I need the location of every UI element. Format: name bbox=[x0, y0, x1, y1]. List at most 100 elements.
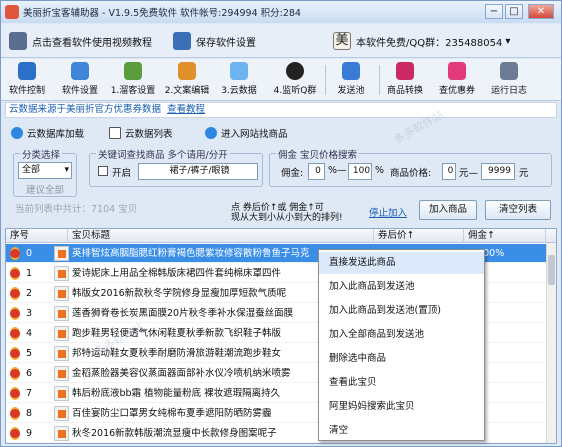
col-header-price[interactable]: 券后价↑ bbox=[374, 229, 464, 243]
product-thumbnail bbox=[54, 246, 69, 261]
menu-item-clear[interactable]: 清空 bbox=[319, 420, 484, 442]
row-no: 5 bbox=[26, 348, 33, 359]
close-button[interactable]: ✕ bbox=[528, 4, 554, 19]
clear-list-button[interactable]: 清空列表 bbox=[485, 200, 551, 220]
category-select[interactable]: 全部 ▾ bbox=[18, 162, 72, 179]
keyword-input[interactable]: 裙子/裤子/眼镜 bbox=[138, 163, 258, 180]
row-no: 2 bbox=[26, 288, 33, 299]
product-thumbnail bbox=[54, 366, 69, 381]
table-header: 序号 宝贝标题 券后价↑ 佣金↑ bbox=[6, 229, 556, 243]
percent-to-label: %— bbox=[328, 165, 347, 176]
product-thumbnail bbox=[54, 326, 69, 341]
toolbar-goods-convert[interactable]: 商品转换 bbox=[381, 62, 429, 100]
sub-tabs: 云数据库加载 云数据列表 进入网站找商品 bbox=[1, 122, 561, 144]
lantern-icon bbox=[10, 287, 20, 300]
percent-label: % bbox=[375, 165, 385, 176]
window-title: 美丽折宝客辅助器 - V1.9.5免费软件 软件帐号:294994 积分:284 bbox=[23, 8, 301, 19]
save-icon bbox=[173, 32, 191, 50]
toolbar-send-pool[interactable]: 发送池 bbox=[327, 62, 375, 100]
video-tutorial-button[interactable]: 点击查看软件使用视频教程 bbox=[9, 29, 152, 53]
row-no: 9 bbox=[26, 428, 33, 439]
row-no: 6 bbox=[26, 368, 33, 379]
save-settings-button[interactable]: 保存软件设置 bbox=[173, 29, 256, 53]
enable-checkbox[interactable] bbox=[98, 166, 108, 176]
row-no: 4 bbox=[26, 328, 33, 339]
chevron-down-icon: ▾ bbox=[64, 165, 69, 175]
tab-cloud-db-load[interactable]: 云数据库加载 bbox=[11, 124, 84, 142]
add-goods-button[interactable]: 加入商品 bbox=[419, 200, 477, 220]
mei-logo-icon: 美 bbox=[333, 32, 351, 50]
enable-label: 开启 bbox=[112, 168, 132, 179]
col-header-commission[interactable]: 佣金↑ bbox=[464, 229, 546, 243]
category-legend: 分类选择 bbox=[20, 147, 63, 161]
menu-item-delete-selected[interactable]: 删除选中商品 bbox=[319, 348, 484, 370]
flow-icon bbox=[124, 62, 142, 80]
yuan-to-label: 元— bbox=[459, 168, 479, 179]
lantern-icon bbox=[10, 247, 20, 260]
build-all-button[interactable]: 建议全部 bbox=[26, 182, 64, 196]
lantern-icon bbox=[10, 427, 20, 440]
convert-icon bbox=[396, 62, 414, 80]
toolbar-divider bbox=[325, 65, 326, 95]
menu-item-add-to-pool-top[interactable]: 加入此商品到发送池(置顶) bbox=[319, 300, 484, 322]
product-thumbnail bbox=[54, 386, 69, 401]
commission-max-input[interactable]: 100 bbox=[348, 163, 372, 180]
lantern-icon bbox=[10, 307, 20, 320]
product-thumbnail bbox=[54, 426, 69, 441]
toolbar-copy-edit[interactable]: 2.文案编辑 bbox=[163, 62, 211, 100]
settings-icon bbox=[71, 62, 89, 80]
toolbar-run-log[interactable]: 运行日志 bbox=[485, 62, 533, 100]
stop-add-link[interactable]: 停止加入 bbox=[369, 205, 407, 219]
menu-item-view-item[interactable]: 查看此宝贝 bbox=[319, 372, 484, 394]
log-icon bbox=[500, 62, 518, 80]
row-no: 3 bbox=[26, 308, 33, 319]
tab-enter-website[interactable]: 进入网站找商品 bbox=[205, 124, 288, 142]
vertical-scrollbar[interactable] bbox=[546, 243, 556, 443]
col-header-no[interactable]: 序号 bbox=[6, 229, 68, 243]
product-thumbnail bbox=[54, 266, 69, 281]
commission-min-input[interactable]: 0 bbox=[308, 163, 325, 180]
total-count-label: 当前列表中共计：7104 宝贝 bbox=[15, 204, 138, 215]
send-icon bbox=[342, 62, 360, 80]
edit-icon bbox=[178, 62, 196, 80]
context-menu: 直接发送此商品 加入此商品到发送池 加入此商品到发送池(置顶) 加入全部商品到发… bbox=[318, 249, 485, 441]
product-thumbnail bbox=[54, 406, 69, 421]
toolbar-liuke-settings[interactable]: 1.溜客设置 bbox=[109, 62, 157, 100]
col-header-title[interactable]: 宝贝标题 bbox=[68, 229, 374, 243]
menu-item-add-to-pool[interactable]: 加入此商品到发送池 bbox=[319, 276, 484, 298]
scrollbar-thumb[interactable] bbox=[548, 255, 555, 285]
film-icon bbox=[9, 32, 27, 50]
tab-cloud-data-list[interactable]: 云数据列表 bbox=[109, 124, 173, 142]
commission-label: 佣金: bbox=[281, 168, 304, 179]
chevron-down-icon[interactable]: ▾ bbox=[505, 36, 510, 47]
toolbar-software-settings[interactable]: 软件设置 bbox=[56, 62, 104, 100]
minimize-button[interactable]: − bbox=[485, 4, 503, 19]
maximize-button[interactable]: □ bbox=[505, 4, 523, 19]
cloud-data-notice: 云数据来源于美丽折官方优惠券数据 查看教程 bbox=[5, 102, 557, 118]
price-label: 商品价格: bbox=[390, 168, 432, 179]
menu-item-add-all-to-pool[interactable]: 加入全部商品到发送池 bbox=[319, 324, 484, 346]
product-thumbnail bbox=[54, 286, 69, 301]
toolbar-cloud-data[interactable]: 3.云数据 bbox=[215, 62, 263, 100]
view-tutorial-link[interactable]: 查看教程 bbox=[167, 104, 205, 115]
user-info[interactable]: 美 本软件免费/QQ群：235488054 ▾ bbox=[333, 29, 510, 53]
commission-legend: 佣金 宝贝价格搜索 bbox=[276, 147, 360, 161]
toolbar-software-control[interactable]: 软件控制 bbox=[3, 62, 51, 100]
toolbar-monitor-qq[interactable]: 4.监听Q群 bbox=[271, 62, 319, 100]
price-max-input[interactable]: 9999 bbox=[481, 163, 515, 180]
price-min-input[interactable]: 0 bbox=[442, 163, 456, 180]
menu-item-alimama-search[interactable]: 阿里妈妈搜索此宝贝 bbox=[319, 396, 484, 418]
row-no: 8 bbox=[26, 408, 33, 419]
list-icon bbox=[109, 127, 121, 139]
yuan-label: 元 bbox=[519, 168, 529, 179]
toolbar-check-coupon[interactable]: 查优惠券 bbox=[433, 62, 481, 100]
toolbar-divider bbox=[379, 65, 380, 95]
menu-item-send-now[interactable]: 直接发送此商品 bbox=[319, 252, 484, 274]
ie-icon bbox=[205, 127, 217, 139]
notice-text: 云数据来源于美丽折官方优惠券数据 bbox=[9, 104, 162, 115]
coupon-icon bbox=[448, 62, 466, 80]
save-settings-label: 保存软件设置 bbox=[196, 37, 256, 49]
lantern-icon bbox=[10, 327, 20, 340]
app-logo-icon bbox=[5, 5, 19, 19]
user-info-label: 本软件免费/QQ群：235488054 bbox=[356, 37, 503, 49]
